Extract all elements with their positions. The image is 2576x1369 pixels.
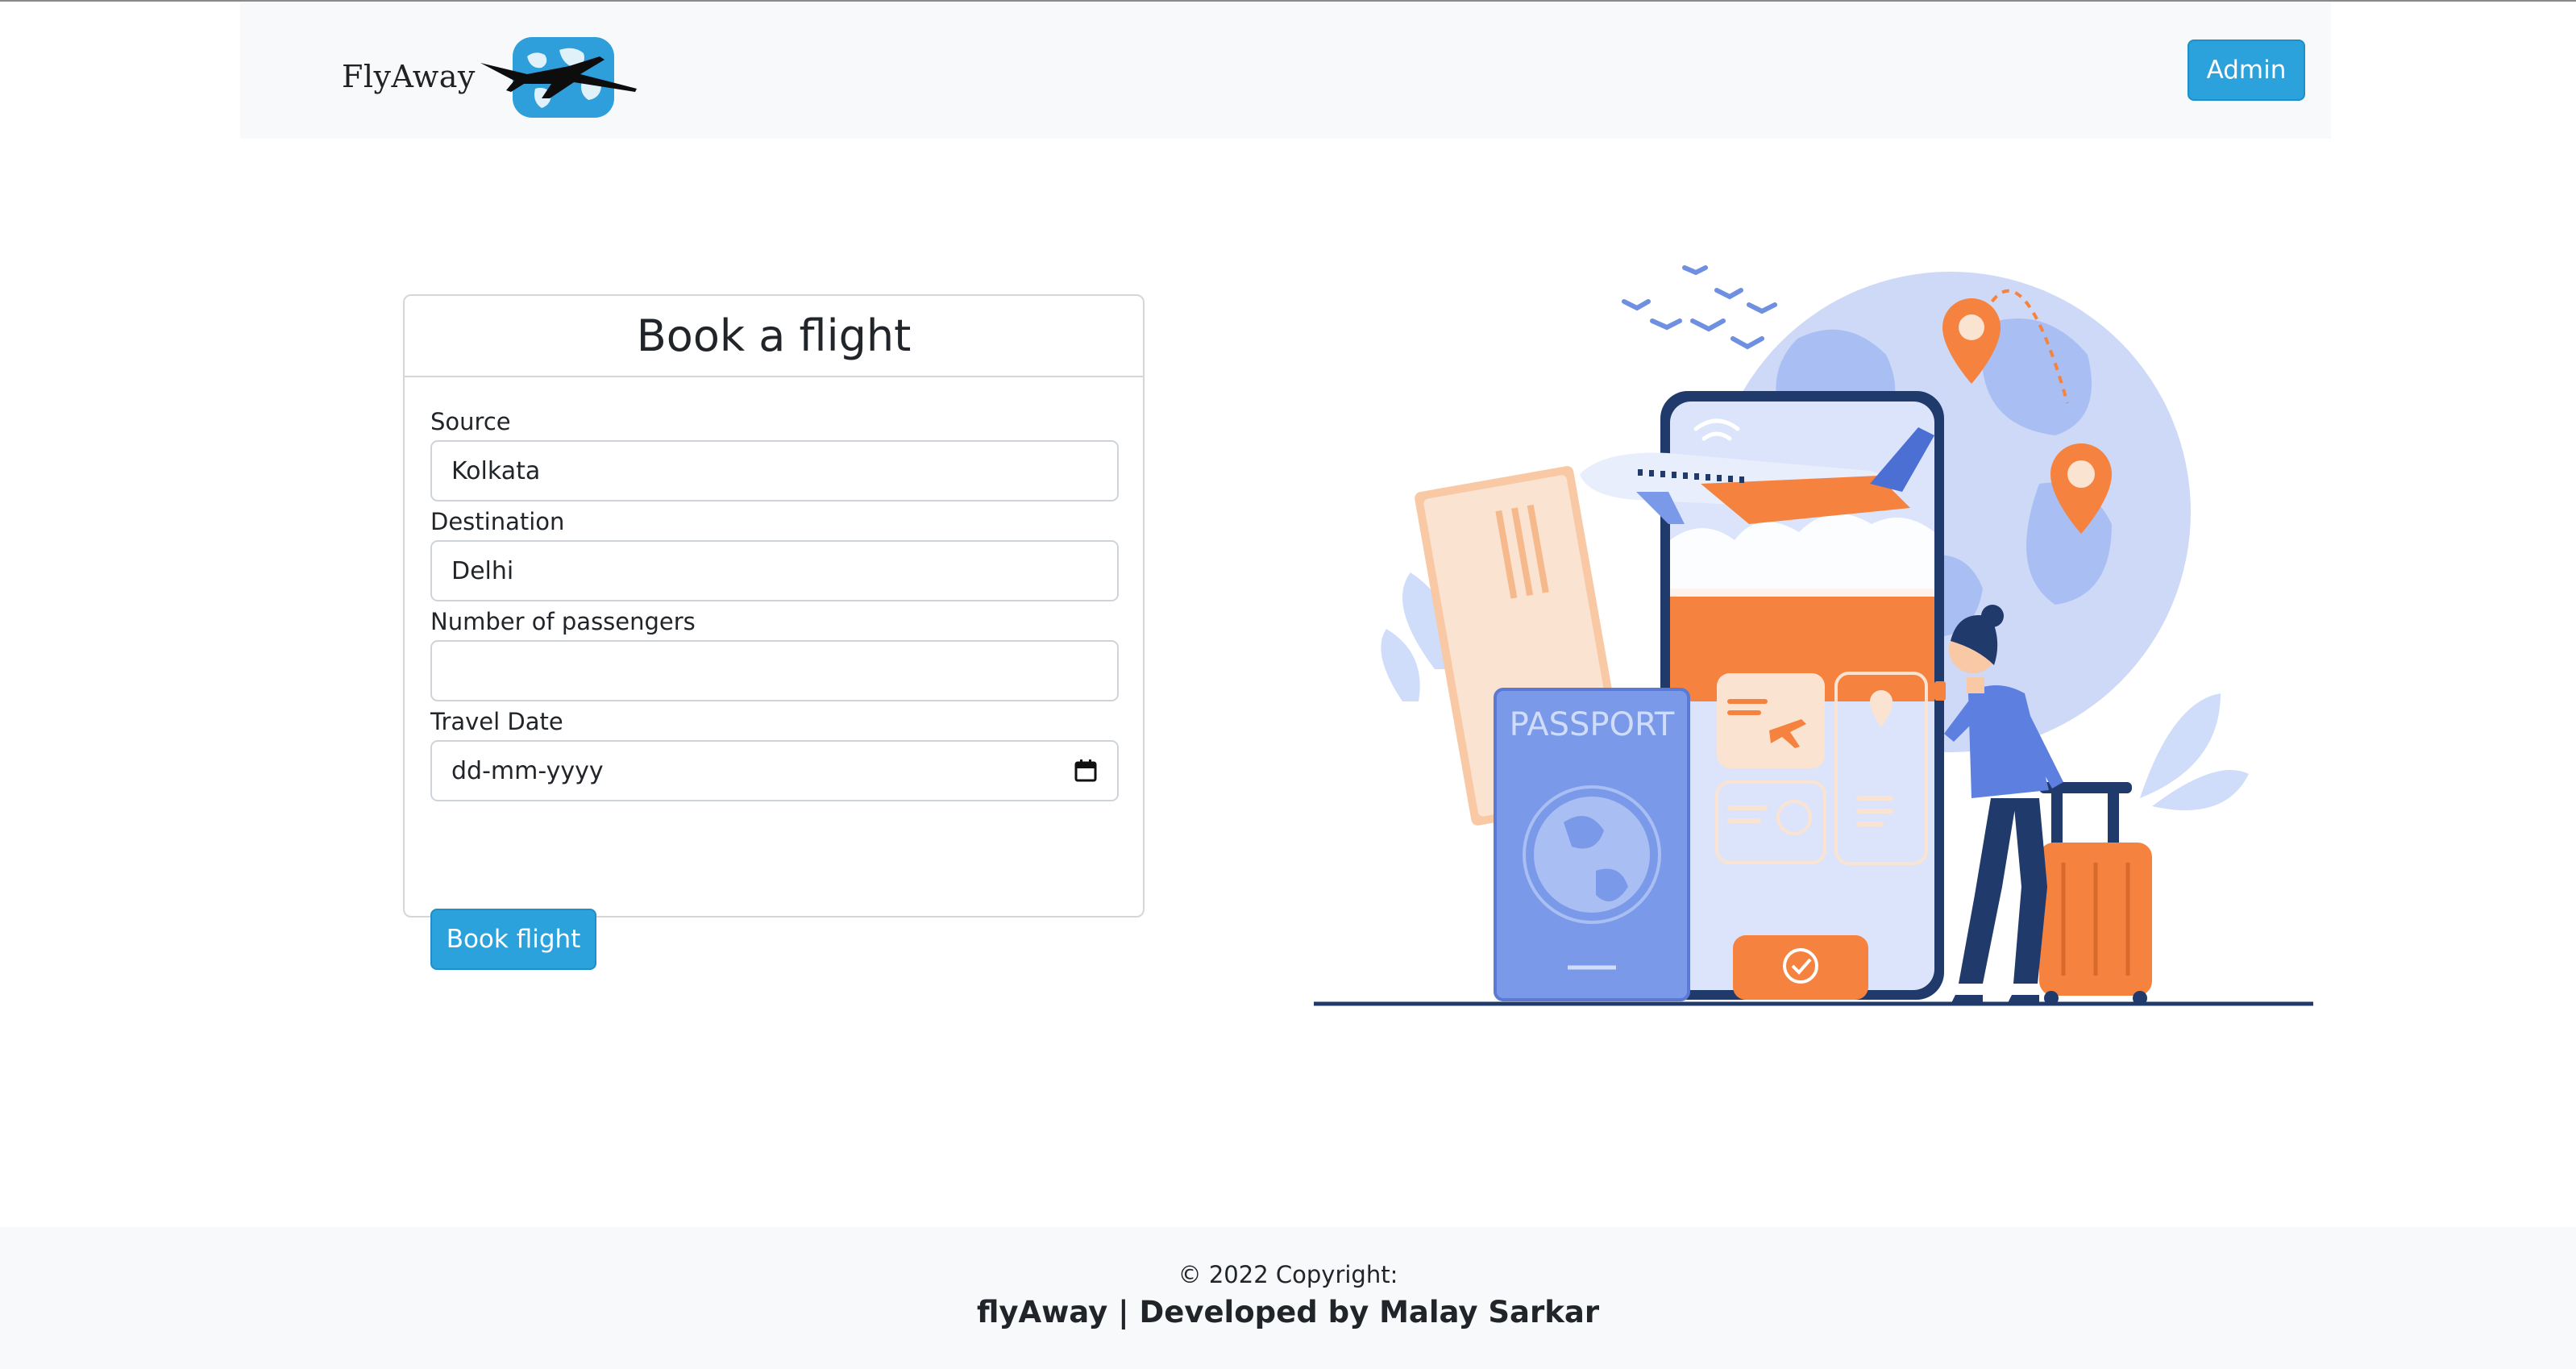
- passengers-label: Number of passengers: [430, 608, 696, 635]
- globe-icon: [1534, 797, 1650, 913]
- passport-label: PASSPORT: [1510, 706, 1675, 743]
- brand-name: FlyAway: [342, 59, 476, 94]
- credit-text: flyAway | Developed by Malay Sarkar: [976, 1295, 1600, 1329]
- travel-illustration: PASSPORT: [1314, 265, 2313, 1006]
- brand[interactable]: FlyAway: [342, 32, 640, 121]
- birds-icon: [1622, 265, 1777, 350]
- copyright-text: © 2022 Copyright:: [1178, 1261, 1398, 1288]
- destination-label: Destination: [430, 508, 565, 535]
- page-title: Book a flight: [636, 310, 912, 361]
- navbar: FlyAway Admin: [240, 2, 2331, 139]
- card-header: Book a flight: [405, 296, 1143, 377]
- travel-date-label: Travel Date: [430, 708, 563, 735]
- travel-date-input[interactable]: dd-mm-yyyy: [430, 740, 1119, 801]
- destination-input[interactable]: Delhi: [430, 540, 1119, 601]
- passengers-input[interactable]: [430, 640, 1119, 701]
- source-label: Source: [430, 408, 511, 435]
- calendar-icon[interactable]: [1074, 759, 1098, 783]
- booking-card: Book a flight Source Kolkata Destination…: [403, 294, 1145, 970]
- source-input[interactable]: Kolkata: [430, 440, 1119, 501]
- airplane-globe-logo-icon: [480, 37, 637, 118]
- book-flight-button[interactable]: Book flight: [430, 909, 596, 970]
- travel-date-placeholder: dd-mm-yyyy: [451, 756, 604, 785]
- suitcase-icon: [2039, 782, 2152, 1005]
- admin-button[interactable]: Admin: [2188, 40, 2305, 101]
- footer: © 2022 Copyright: flyAway | Developed by…: [0, 1227, 2576, 1369]
